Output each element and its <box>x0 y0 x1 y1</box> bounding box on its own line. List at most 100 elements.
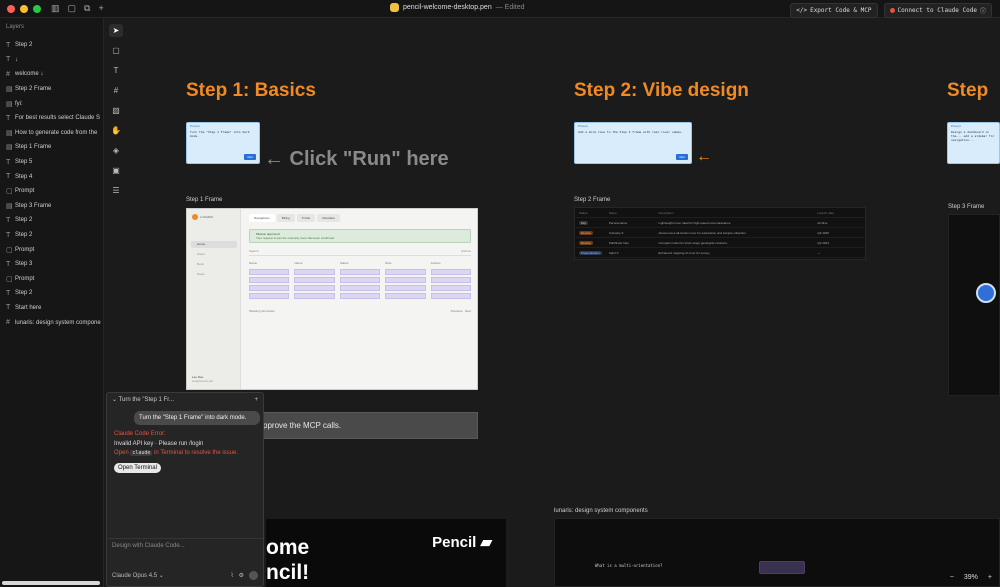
chat-title[interactable]: Turn the "Step 1 Fr... <box>119 397 174 403</box>
text-tool-icon[interactable]: T <box>109 64 123 77</box>
send-button[interactable] <box>249 571 258 580</box>
layer-item[interactable]: T Step 2 <box>0 38 103 53</box>
rectangle-tool-icon[interactable]: ▢ <box>109 44 123 57</box>
user-message-bubble: Turn the "Step 1 Frame" into dark mode. <box>134 411 260 425</box>
settings-icon[interactable]: ⚙ <box>239 572 244 579</box>
layer-type-icon: ▤ <box>6 100 13 108</box>
frame-tool-icon[interactable]: # <box>109 84 123 97</box>
run-button[interactable]: Run <box>244 154 256 160</box>
step2-frame-label[interactable]: Step 2 Frame <box>574 197 610 203</box>
new-tab-icon[interactable]: + <box>98 3 103 14</box>
layer-item[interactable]: T Step 4 <box>0 169 103 184</box>
run-button[interactable]: Run <box>676 154 688 160</box>
step1-frame-label[interactable]: Step 1 Frame <box>186 197 222 203</box>
component-tool-icon[interactable]: ◈ <box>109 144 123 157</box>
layer-item[interactable]: T Step 2 <box>0 286 103 301</box>
layer-item[interactable]: T ↓ <box>0 53 103 68</box>
layer-type-icon: ▢ <box>6 188 13 196</box>
info-icon: ⓘ <box>979 8 986 15</box>
export-code-button[interactable]: </> Export Code & MCP <box>790 3 878 18</box>
step3-prompt-card[interactable]: Prompt Design a dashboard in the... add … <box>947 122 1000 164</box>
layer-label: Prompt <box>15 275 35 282</box>
pencil-logo-icon <box>390 3 399 12</box>
zoom-in-button[interactable]: + <box>988 574 992 581</box>
layer-item[interactable]: T Step 2 <box>0 213 103 228</box>
file-icon[interactable]: ▢ <box>68 3 77 14</box>
chevron-down-icon[interactable]: ⌄ <box>112 397 117 403</box>
zoom-level[interactable]: 39% <box>964 574 978 581</box>
layer-item[interactable]: T Step 3 <box>0 257 103 272</box>
sticky-note-tool-icon[interactable]: ▨ <box>109 104 123 117</box>
layer-label: Step 2 Frame <box>15 86 52 93</box>
layer-item[interactable]: ▢ Prompt <box>0 272 103 287</box>
layer-type-icon: # <box>6 70 10 78</box>
hand-tool-icon[interactable]: ✋ <box>109 124 123 137</box>
chat-input[interactable]: Design with Claude Code... <box>112 543 185 549</box>
open-terminal-button[interactable]: Open Terminal <box>114 463 161 473</box>
layer-item[interactable]: ▤ Step 2 Frame <box>0 82 103 97</box>
layers-scrollbar[interactable] <box>2 581 100 585</box>
step3-heading[interactable]: Step <box>947 80 988 102</box>
brand-name: LUNARIS <box>200 215 214 219</box>
layer-type-icon: T <box>6 41 11 49</box>
frame-table-header: Name Name Status Role Actions <box>249 261 471 267</box>
layer-item[interactable]: ▢ Prompt <box>0 242 103 257</box>
lunaris-pill <box>759 561 805 574</box>
layer-type-icon: ▤ <box>6 86 13 94</box>
layer-label: Step 2 <box>15 217 33 224</box>
layer-item[interactable]: T Start here <box>0 301 103 316</box>
frame-nav: Home Users Docs Team <box>191 241 237 281</box>
lunaris-frame[interactable]: What is a multi-orientation? <box>554 518 1000 587</box>
step1-heading[interactable]: Step 1: Basics <box>186 80 316 102</box>
chevron-down-icon[interactable]: ⌄ <box>159 573 164 579</box>
welcome-frame[interactable]: ome ncil! Pencil ▰ <box>266 519 506 587</box>
step2-prompt-card[interactable]: Prompt Add a more rows to the Step 2 fra… <box>574 122 692 164</box>
frame-table-row <box>249 269 472 275</box>
new-chat-icon[interactable]: + <box>254 397 258 403</box>
lunaris-frame-label[interactable]: lunaris: design system components <box>554 508 648 514</box>
layer-item[interactable]: ▤ Step 3 Frame <box>0 199 103 214</box>
frame-filter: Archive <box>460 249 471 253</box>
layer-label: For best results select Claude S <box>15 115 101 122</box>
close-window-button[interactable] <box>7 4 15 13</box>
step1-frame[interactable]: LUNARIS Home Users Docs Team Lee Doe lee… <box>186 208 478 390</box>
layer-item[interactable]: ▤ How to generate code from the <box>0 126 103 141</box>
connect-label: Connect to Claude Code <box>897 7 977 14</box>
model-selector[interactable]: Claude Opus 4.5 <box>112 573 157 579</box>
minimize-window-button[interactable] <box>20 4 28 13</box>
settings-sliders-icon[interactable]: ☰ <box>109 184 123 197</box>
frame-tab: Billing <box>276 214 295 222</box>
layer-item[interactable]: ▤ fyi: <box>0 96 103 111</box>
layer-type-icon: ▢ <box>6 246 13 254</box>
title-bar: ▥ ▢ ⧉ + pencil-welcome-desktop.pen — Edi… <box>0 0 1000 18</box>
layer-item[interactable]: ▢ Prompt <box>0 184 103 199</box>
layer-item[interactable]: ▤ Step 1 Frame <box>0 140 103 155</box>
step3-frame[interactable] <box>948 214 1000 396</box>
attach-icon[interactable]: ⌇ <box>231 572 234 579</box>
layer-item[interactable]: T Step 5 <box>0 155 103 170</box>
zoom-window-button[interactable] <box>33 4 41 13</box>
layer-type-icon: ▤ <box>6 144 13 152</box>
sidebar-toggle-icon[interactable]: ▥ <box>51 3 60 14</box>
layer-type-icon: ▤ <box>6 129 13 137</box>
layer-item[interactable]: # lunaris: design system compone <box>0 315 103 330</box>
layer-item[interactable]: T Step 2 <box>0 228 103 243</box>
image-tool-icon[interactable]: ▣ <box>109 164 123 177</box>
collaborator-avatar[interactable] <box>976 283 996 303</box>
step3-frame-label[interactable]: Step 3 Frame <box>948 204 984 210</box>
select-tool-icon[interactable]: ➤ <box>109 24 123 37</box>
layer-item[interactable]: # welcome ↓ <box>0 67 103 82</box>
layer-item[interactable]: T For best results select Claude S <box>0 111 103 126</box>
frame-nav-item: Team <box>197 272 205 276</box>
copy-icon[interactable]: ⧉ <box>84 3 90 14</box>
step1-prompt-card[interactable]: Prompt Turn the "Step 1 Frame" into dark… <box>186 122 260 164</box>
code-icon: </> <box>796 7 808 14</box>
connect-claude-button[interactable]: Connect to Claude Code ⓘ <box>883 3 992 18</box>
step2-heading[interactable]: Step 2: Vibe design <box>574 80 749 102</box>
frame-table-row <box>249 293 472 299</box>
claude-status-icon <box>889 8 895 13</box>
chat-footer: Claude Opus 4.5 ⌄ ⌇ ⚙ <box>112 571 258 580</box>
step2-frame[interactable]: Status Name Description Launch date Key … <box>574 207 866 260</box>
zoom-out-button[interactable]: − <box>950 574 954 581</box>
layer-label: Step 2 <box>15 290 33 297</box>
